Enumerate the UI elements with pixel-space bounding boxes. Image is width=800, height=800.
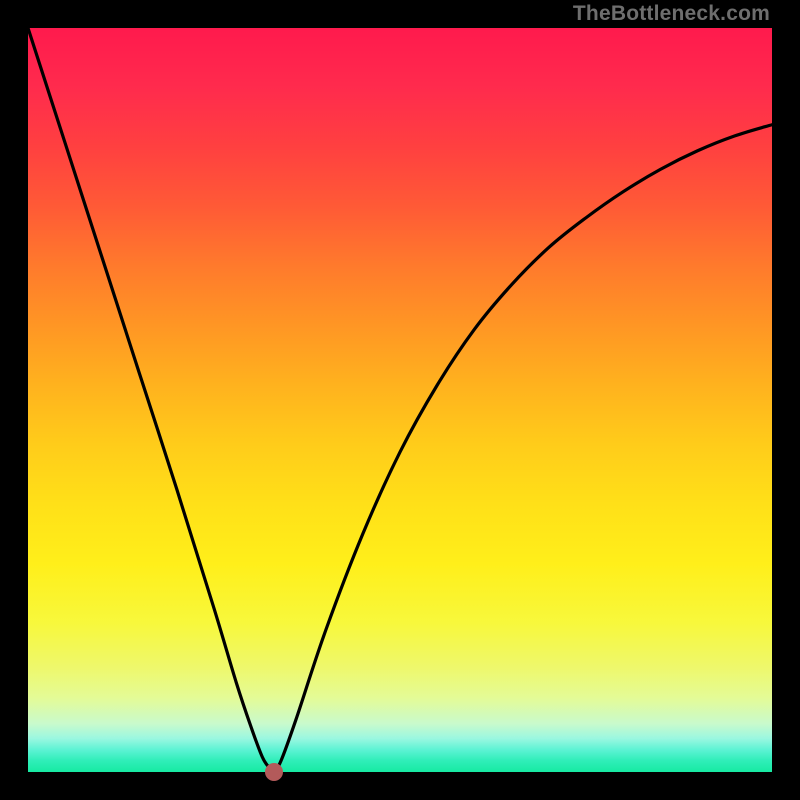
curve-layer bbox=[0, 0, 800, 800]
bottleneck-curve bbox=[28, 28, 772, 772]
optimal-point-marker bbox=[265, 763, 283, 781]
chart-frame: TheBottleneck.com bbox=[0, 0, 800, 800]
